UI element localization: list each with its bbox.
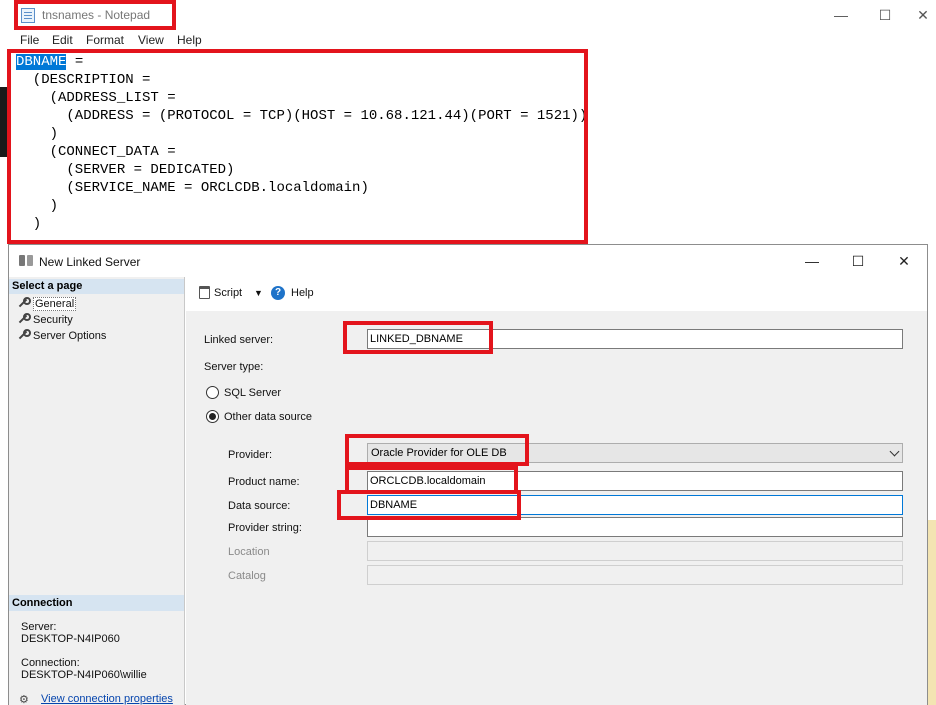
provider-dropdown[interactable]: Oracle Provider for OLE DB [367, 443, 903, 463]
product-name-input[interactable]: ORCLCDB.localdomain [367, 471, 903, 491]
location-label: Location [228, 546, 270, 558]
sql-server-radio-label[interactable]: SQL Server [224, 387, 281, 399]
dialog-title: New Linked Server [39, 255, 141, 269]
menu-format[interactable]: Format [86, 33, 124, 47]
background-window-strip [0, 87, 10, 157]
dialog-titlebar: New Linked Server — ☐ ✕ [9, 245, 927, 277]
notepad-titlebar: tnsnames - Notepad — ☐ ✕ [0, 0, 936, 31]
connection-value: DESKTOP-N4IP060\willie [21, 669, 147, 681]
script-button[interactable]: Script [214, 287, 242, 299]
menu-file[interactable]: File [20, 33, 39, 47]
catalog-label: Catalog [228, 570, 266, 582]
text-line: ) [16, 198, 59, 214]
notepad-menubar: File Edit Format View Help [0, 31, 936, 51]
sidebar-item-security[interactable]: Security [17, 312, 73, 328]
product-name-label: Product name: [228, 476, 300, 488]
data-source-label: Data source: [228, 500, 291, 512]
help-icon[interactable]: ? [271, 286, 285, 300]
text-line: (DESCRIPTION = [16, 72, 151, 88]
server-label: Server: [21, 621, 57, 633]
catalog-input [367, 565, 903, 585]
wrench-icon [17, 313, 31, 324]
text-line: (CONNECT_DATA = [16, 144, 176, 160]
script-dropdown-icon[interactable]: ▼ [254, 288, 263, 298]
select-page-header: Select a page [9, 279, 184, 294]
server-value: DESKTOP-N4IP060 [21, 633, 120, 645]
menu-view[interactable]: View [138, 33, 164, 47]
provider-string-label: Provider string: [228, 522, 302, 534]
dialog-minimize-button[interactable]: — [789, 245, 835, 277]
background-window-edge [928, 520, 936, 705]
other-data-source-radio[interactable] [206, 410, 219, 423]
connection-properties-icon: ⚙ [19, 694, 29, 705]
sql-server-radio[interactable] [206, 386, 219, 399]
text-line: (SERVER = DEDICATED) [16, 162, 235, 178]
text-line: ) [16, 126, 59, 142]
other-data-source-radio-label[interactable]: Other data source [224, 411, 312, 423]
provider-string-input[interactable] [367, 517, 903, 537]
notepad-title: tnsnames - Notepad [42, 8, 151, 22]
notepad-icon [21, 8, 35, 23]
script-icon[interactable] [199, 286, 210, 299]
connection-header: Connection [9, 595, 184, 611]
linked-server-icon [19, 255, 34, 268]
text-line: (ADDRESS = (PROTOCOL = TCP)(HOST = 10.68… [16, 108, 588, 124]
selected-text: DBNAME [16, 54, 67, 70]
wrench-icon [17, 297, 31, 308]
menu-edit[interactable]: Edit [52, 33, 73, 47]
dialog-close-button[interactable]: ✕ [881, 245, 927, 277]
connection-label: Connection: [21, 657, 80, 669]
notepad-maximize-button[interactable]: ☐ [862, 0, 908, 31]
location-input [367, 541, 903, 561]
notepad-minimize-button[interactable]: — [818, 0, 864, 31]
page-selector-panel: Select a page General Security Server Op… [9, 277, 185, 705]
general-page-content: Linked server: LINKED_DBNAME Server type… [186, 311, 927, 705]
notepad-text-area[interactable]: DBNAME = (DESCRIPTION = (ADDRESS_LIST = … [10, 51, 936, 243]
provider-label: Provider: [228, 449, 273, 461]
server-type-label: Server type: [204, 361, 264, 373]
dialog-toolbar: Script ▼ ? Help [186, 277, 927, 310]
data-source-input[interactable]: DBNAME [367, 495, 903, 515]
linked-server-label: Linked server: [204, 334, 274, 346]
text-line: (SERVICE_NAME = ORCLCDB.localdomain) [16, 180, 369, 196]
provider-selected-value: Oracle Provider for OLE DB [371, 447, 507, 459]
linked-server-input[interactable]: LINKED_DBNAME [367, 329, 903, 349]
sidebar-item-server-options[interactable]: Server Options [17, 328, 106, 344]
menu-help[interactable]: Help [177, 33, 202, 47]
notepad-close-button[interactable]: ✕ [908, 0, 936, 31]
text-line: ) [16, 216, 42, 232]
help-button[interactable]: Help [291, 287, 314, 299]
dialog-maximize-button[interactable]: ☐ [835, 245, 881, 277]
sidebar-item-general[interactable]: General [17, 296, 77, 312]
text-line: DBNAME = [16, 54, 84, 70]
text-line: (ADDRESS_LIST = [16, 90, 176, 106]
wrench-icon [17, 329, 31, 340]
view-connection-properties-link[interactable]: View connection properties [41, 693, 173, 705]
new-linked-server-dialog: New Linked Server — ☐ ✕ Select a page Ge… [8, 244, 928, 705]
chevron-down-icon [889, 446, 900, 457]
